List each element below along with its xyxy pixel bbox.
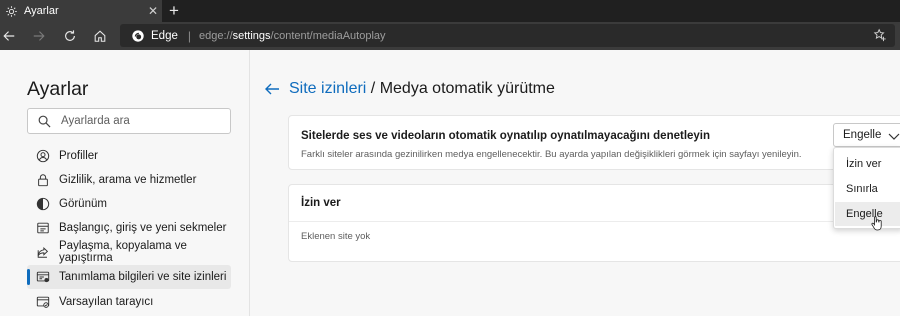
search-box[interactable] xyxy=(27,108,231,134)
share-icon xyxy=(36,245,50,259)
page-title: Site izinleri / Medya otomatik yürütme xyxy=(289,80,555,98)
browser-label: Edge xyxy=(151,29,178,42)
main-content: Site izinleri / Medya otomatik yürütme S… xyxy=(251,50,900,316)
sidebar-item-label: Varsayılan tarayıcı xyxy=(59,296,154,308)
add-favorite-icon[interactable] xyxy=(873,28,887,42)
back-arrow-icon[interactable] xyxy=(0,27,18,45)
sidebar-title: Ayarlar xyxy=(27,78,89,100)
allow-list-empty-text: Eklenen site yok xyxy=(301,231,371,242)
default-browser-icon xyxy=(36,295,50,309)
profile-icon xyxy=(36,149,50,163)
sidebar-item-sharing[interactable]: Paylaşma, kopyalama ve yapıştırma xyxy=(27,240,231,264)
sidebar-item-startup[interactable]: Başlangıç, giriş ve yeni sekmeler xyxy=(27,216,231,240)
sidebar-item-label: Gizlilik, arama ve hizmetler xyxy=(59,174,197,186)
sidebar-item-appearance[interactable]: Görünüm xyxy=(27,192,231,216)
lock-icon xyxy=(36,173,50,187)
sidebar-item-label: Başlangıç, giriş ve yeni sekmeler xyxy=(59,222,227,234)
edge-logo-icon xyxy=(132,29,144,42)
select-value: Engelle xyxy=(843,129,882,141)
breadcrumb-current: Medya otomatik yürütme xyxy=(379,80,555,97)
sidebar-item-site-permissions[interactable]: Tanımlama bilgileri ve site izinleri xyxy=(27,265,231,289)
allow-list-title: İzin ver xyxy=(301,197,341,209)
autoplay-setting-title: Sitelerde ses ve videoların otomatik oyn… xyxy=(301,130,711,142)
sidebar-item-privacy[interactable]: Gizlilik, arama ve hizmetler xyxy=(27,168,231,192)
autoplay-dropdown-menu: İzin ver Sınırla Engelle xyxy=(833,147,900,231)
navigation-bar: Edge | edge://settings/content/mediaAuto… xyxy=(0,22,900,50)
sidebar-item-profiles[interactable]: Profiller xyxy=(27,144,231,168)
url-text[interactable]: edge://settings/content/mediaAutoplay xyxy=(199,30,386,42)
close-icon[interactable]: ✕ xyxy=(146,4,160,18)
autoplay-setting-description: Farklı siteler arasında gezinilirken med… xyxy=(301,149,802,160)
autoplay-setting-card: Sitelerde ses ve videoların otomatik oyn… xyxy=(288,115,900,170)
breadcrumb-link-site-permissions[interactable]: Site izinleri xyxy=(289,80,366,97)
chevron-down-icon xyxy=(888,133,900,140)
search-icon xyxy=(38,115,51,128)
address-bar[interactable]: Edge | edge://settings/content/mediaAuto… xyxy=(120,24,895,47)
url-separator: | xyxy=(187,28,191,43)
tab-title: Ayarlar xyxy=(24,5,59,17)
autoplay-select[interactable]: Engelle xyxy=(833,123,900,147)
sidebar-item-label: Profiller xyxy=(59,150,98,162)
gear-icon xyxy=(4,4,18,18)
allow-list-card: İzin ver Eklenen site yok xyxy=(288,184,900,262)
breadcrumb-separator: / xyxy=(366,80,380,97)
option-allow[interactable]: İzin ver xyxy=(835,152,900,176)
sidebar-item-default-browser[interactable]: Varsayılan tarayıcı xyxy=(27,290,231,314)
home-tabs-icon xyxy=(36,221,50,235)
tab-settings[interactable]: Ayarlar ✕ xyxy=(0,0,162,22)
back-icon[interactable] xyxy=(264,81,280,97)
option-block[interactable]: Engelle xyxy=(835,202,900,231)
sidebar-item-label: Görünüm xyxy=(59,198,107,210)
site-permissions-icon xyxy=(36,270,50,284)
refresh-icon[interactable] xyxy=(61,27,79,45)
appearance-icon xyxy=(36,197,50,211)
plus-icon[interactable]: + xyxy=(166,2,182,20)
forward-arrow-icon[interactable] xyxy=(30,27,48,45)
home-icon[interactable] xyxy=(91,27,109,45)
search-input[interactable] xyxy=(61,112,226,130)
sidebar-item-label: Paylaşma, kopyalama ve yapıştırma xyxy=(59,240,187,264)
hand-cursor-icon xyxy=(871,216,882,231)
option-limit[interactable]: Sınırla xyxy=(835,177,900,201)
sidebar-item-label: Tanımlama bilgileri ve site izinleri xyxy=(59,271,227,283)
tab-strip: Ayarlar ✕ + xyxy=(0,0,900,22)
settings-sidebar: Ayarlar Profiller Gizlilik, arama ve hiz… xyxy=(0,50,250,316)
allow-list-header: İzin ver xyxy=(289,185,900,222)
